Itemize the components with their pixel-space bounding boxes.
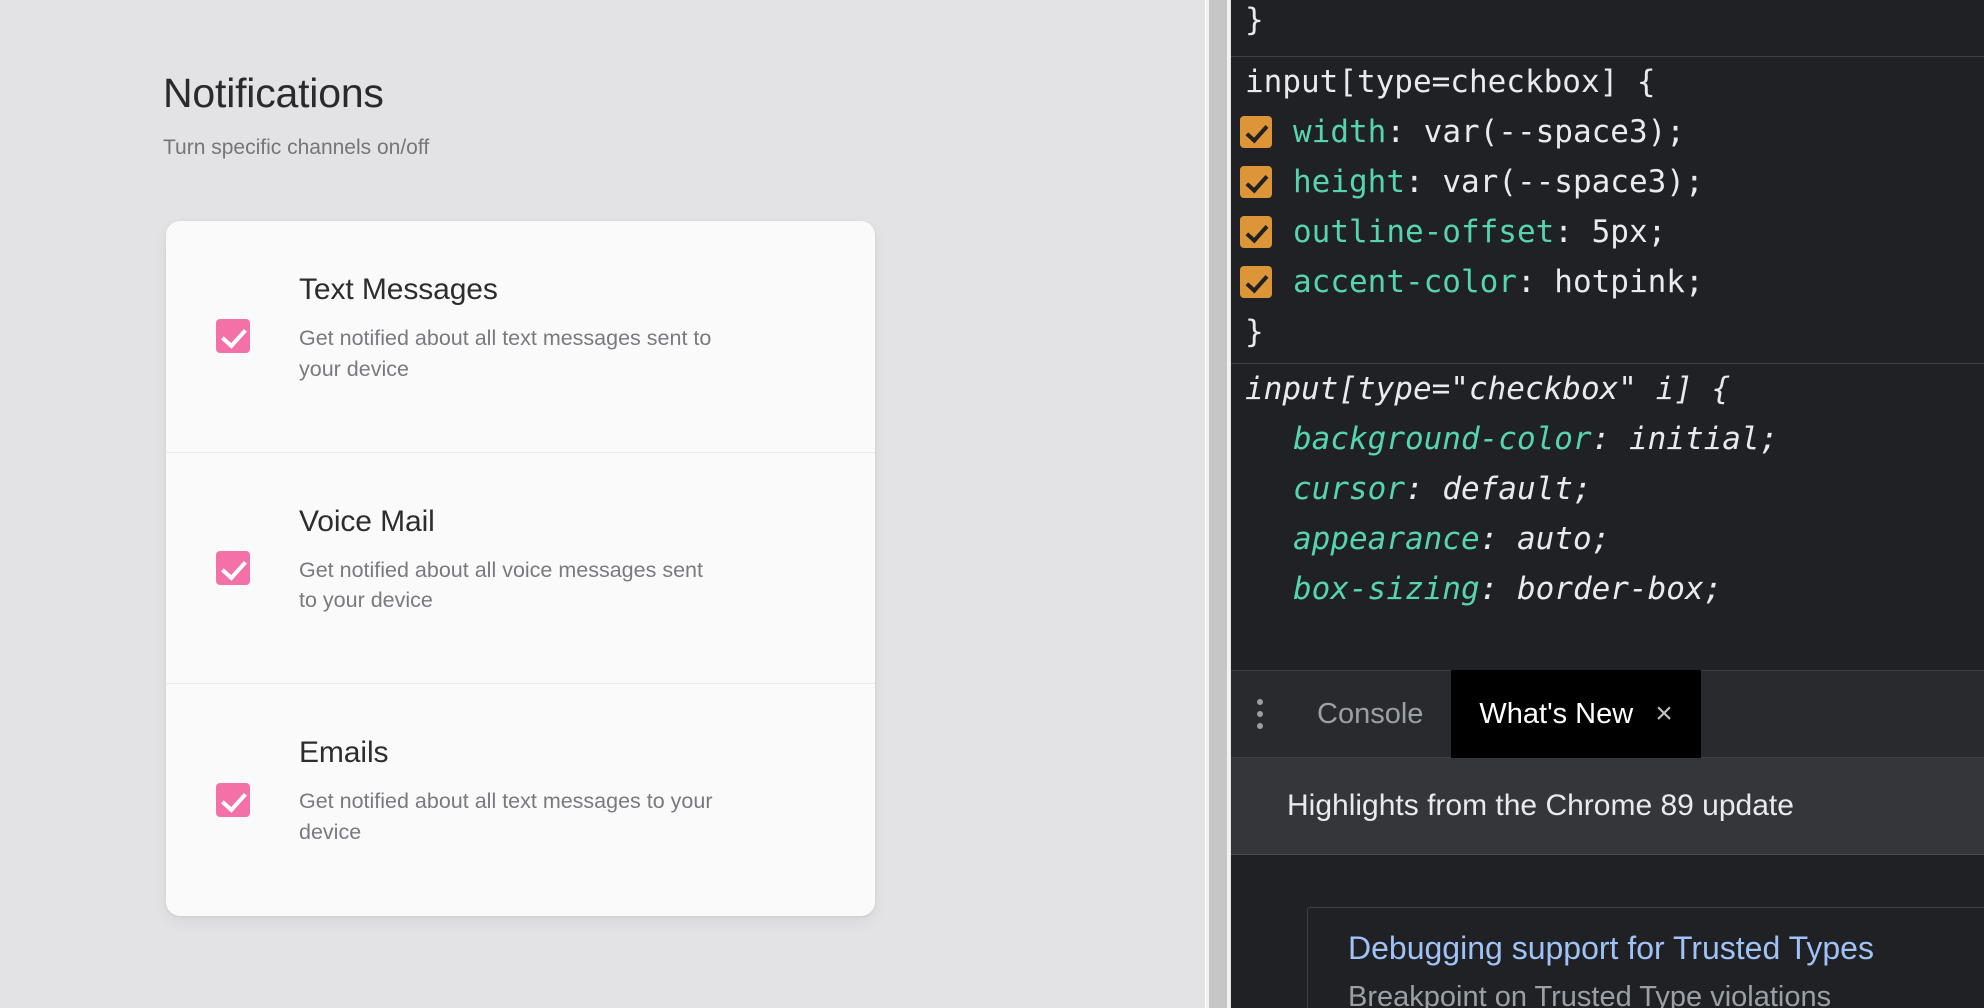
- screen: Notifications Turn specific channels on/…: [0, 0, 1984, 1008]
- declaration-accent-color[interactable]: accent-color: hotpink;: [1231, 257, 1984, 307]
- row-text: Text Messages Get notified about all tex…: [299, 221, 875, 384]
- row-description: Get notified about all text messages sen…: [299, 323, 719, 384]
- whats-new-item-title[interactable]: Debugging support for Trusted Types: [1348, 930, 1984, 967]
- row-text: Emails Get notified about all text messa…: [299, 684, 875, 847]
- checkbox-cell: [166, 221, 299, 452]
- rule-closing-brace: }: [1231, 0, 1984, 56]
- user-agent-style-rule: input[type="checkbox" i] { background-co…: [1231, 363, 1984, 614]
- ua-rule-selector: input[type="checkbox" i] {: [1231, 364, 1984, 414]
- declaration-enabled-checkbox-accent-color[interactable]: [1240, 266, 1272, 298]
- ua-declaration-box-sizing: box-sizing: border-box;: [1231, 564, 1984, 614]
- previous-rule-block: }: [1231, 0, 1984, 56]
- devtools-panel: } input[type=checkbox] { width: var(--sp…: [1231, 0, 1984, 1008]
- checkbox-cell: [166, 453, 299, 684]
- page-vertical-scrollbar[interactable]: [1205, 0, 1230, 1008]
- author-style-rule: input[type=checkbox] { width: var(--spac…: [1231, 56, 1984, 363]
- drawer-tab-console[interactable]: Console: [1289, 670, 1451, 758]
- notification-row-text-messages[interactable]: Text Messages Get notified about all tex…: [166, 221, 875, 453]
- page-subtitle: Turn specific channels on/off: [163, 136, 429, 160]
- row-text: Voice Mail Get notified about all voice …: [299, 453, 875, 616]
- declaration-width[interactable]: width: var(--space3);: [1231, 107, 1984, 157]
- author-rule-closing-brace: }: [1231, 307, 1984, 363]
- declaration-enabled-checkbox-width[interactable]: [1240, 116, 1272, 148]
- row-description: Get notified about all voice messages se…: [299, 555, 719, 616]
- dot: [1257, 723, 1263, 729]
- checkbox-text-messages[interactable]: [216, 319, 250, 353]
- checkbox-voice-mail[interactable]: [216, 551, 250, 585]
- whats-new-body: Debugging support for Trusted Types Brea…: [1231, 855, 1984, 1008]
- notifications-card: Text Messages Get notified about all tex…: [166, 221, 875, 916]
- declaration-enabled-checkbox-outline-offset[interactable]: [1240, 216, 1272, 248]
- scrollbar-thumb[interactable]: [1209, 0, 1227, 1008]
- web-page-pane: Notifications Turn specific channels on/…: [0, 0, 1205, 1008]
- checkbox-emails[interactable]: [216, 783, 250, 817]
- drawer-tab-bar: Console What's New ×: [1231, 670, 1984, 758]
- checkbox-cell: [166, 684, 299, 916]
- declaration-enabled-checkbox-height[interactable]: [1240, 166, 1272, 198]
- whats-new-item[interactable]: Debugging support for Trusted Types Brea…: [1307, 907, 1984, 1008]
- notification-row-emails[interactable]: Emails Get notified about all text messa…: [166, 684, 875, 916]
- whats-new-header: Highlights from the Chrome 89 update: [1231, 758, 1984, 855]
- close-icon[interactable]: ×: [1655, 699, 1673, 729]
- dot: [1257, 711, 1263, 717]
- notification-row-voice-mail[interactable]: Voice Mail Get notified about all voice …: [166, 453, 875, 685]
- declaration-height[interactable]: height: var(--space3);: [1231, 157, 1984, 207]
- rule-selector[interactable]: input[type=checkbox] {: [1231, 57, 1984, 107]
- whats-new-header-text: Highlights from the Chrome 89 update: [1287, 789, 1794, 823]
- row-title: Voice Mail: [299, 505, 851, 538]
- row-title: Emails: [299, 736, 851, 769]
- ua-declaration-cursor: cursor: default;: [1231, 464, 1984, 514]
- ua-declaration-background-color: background-color: initial;: [1231, 414, 1984, 464]
- declaration-outline-offset[interactable]: outline-offset: 5px;: [1231, 207, 1984, 257]
- whats-new-item-subtitle: Breakpoint on Trusted Type violations: [1348, 981, 1984, 1008]
- drawer-tab-whats-new[interactable]: What's New ×: [1451, 670, 1700, 758]
- dot: [1257, 699, 1263, 705]
- more-tools-kebab-icon[interactable]: [1231, 670, 1289, 758]
- ua-declaration-appearance: appearance: auto;: [1231, 514, 1984, 564]
- page-title: Notifications: [163, 70, 384, 117]
- row-description: Get notified about all text messages to …: [299, 786, 719, 847]
- drawer-tab-label: Console: [1317, 698, 1423, 731]
- drawer-tab-label: What's New: [1479, 698, 1633, 731]
- row-title: Text Messages: [299, 273, 851, 306]
- styles-pane: } input[type=checkbox] { width: var(--sp…: [1231, 0, 1984, 670]
